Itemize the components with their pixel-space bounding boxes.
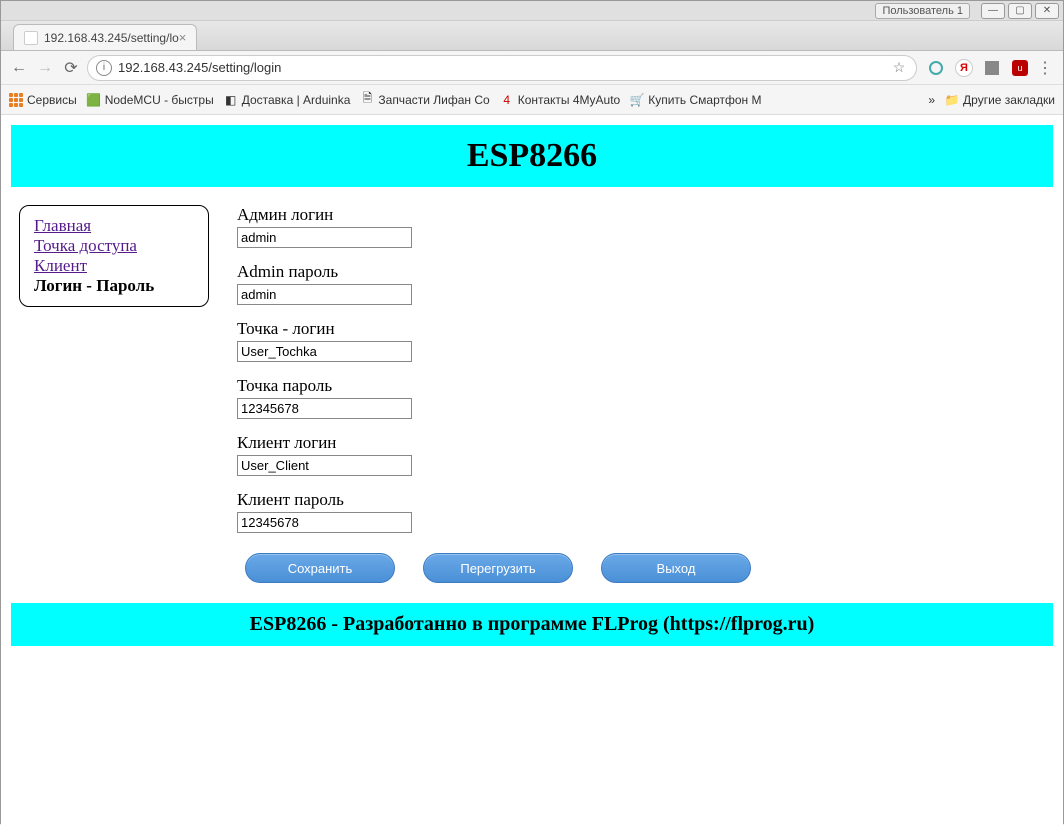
page-content: ESP8266 Главная Точка доступа Клиент Лог… bbox=[1, 115, 1063, 825]
bookmark-favicon: 🟩 bbox=[87, 93, 101, 107]
tab-favicon bbox=[24, 31, 38, 45]
bookmark-favicon: ◧ bbox=[224, 93, 238, 107]
site-info-icon[interactable]: i bbox=[96, 60, 112, 76]
menu-access-point[interactable]: Точка доступа bbox=[34, 236, 194, 256]
client-password-label: Клиент пароль bbox=[237, 490, 751, 510]
client-login-input[interactable] bbox=[237, 455, 412, 476]
bookmark-favicon: 🗎 bbox=[360, 93, 374, 107]
admin-login-label: Админ логин bbox=[237, 205, 751, 225]
menu-home[interactable]: Главная bbox=[34, 216, 194, 236]
page-header: ESP8266 bbox=[11, 125, 1053, 187]
exit-button[interactable]: Выход bbox=[601, 553, 751, 583]
bookmarks-bar: Сервисы 🟩NodeMCU - быстры ◧Доставка | Ar… bbox=[1, 85, 1063, 115]
save-button[interactable]: Сохранить bbox=[245, 553, 395, 583]
browser-tab[interactable]: 192.168.43.245/setting/lo × bbox=[13, 24, 197, 50]
url-text: 192.168.43.245/setting/login bbox=[118, 60, 886, 75]
bookmark-favicon: 🛒 bbox=[630, 93, 644, 107]
folder-icon: 📁 bbox=[945, 93, 959, 107]
address-bar: ← → ⟳ i 192.168.43.245/setting/login ☆ Я… bbox=[1, 51, 1063, 85]
settings-form: Админ логин Admin пароль Точка - логин Т… bbox=[237, 205, 751, 583]
user-badge: Пользователь 1 bbox=[875, 3, 970, 19]
menu-login-password: Логин - Пароль bbox=[34, 276, 154, 295]
admin-login-input[interactable] bbox=[237, 227, 412, 248]
ap-password-input[interactable] bbox=[237, 398, 412, 419]
ap-login-input[interactable] bbox=[237, 341, 412, 362]
bookmark-item[interactable]: 🟩NodeMCU - быстры bbox=[87, 93, 214, 107]
reload-button[interactable]: Перегрузить bbox=[423, 553, 573, 583]
ublock-icon[interactable]: u bbox=[1011, 59, 1029, 77]
page-footer: ESP8266 - Разработанно в программе FLPro… bbox=[11, 603, 1053, 646]
client-password-input[interactable] bbox=[237, 512, 412, 533]
back-button[interactable]: ← bbox=[9, 58, 29, 78]
star-bookmark-icon[interactable]: ☆ bbox=[890, 59, 908, 77]
ap-login-label: Точка - логин bbox=[237, 319, 751, 339]
url-field[interactable]: i 192.168.43.245/setting/login ☆ bbox=[87, 55, 917, 81]
yandex-icon[interactable]: Я bbox=[955, 59, 973, 77]
forward-button[interactable]: → bbox=[35, 58, 55, 78]
bookmark-item[interactable]: 4Контакты 4MyAuto bbox=[500, 93, 621, 107]
reload-button[interactable]: ⟳ bbox=[61, 58, 81, 78]
ap-password-label: Точка пароль bbox=[237, 376, 751, 396]
admin-password-input[interactable] bbox=[237, 284, 412, 305]
admin-password-label: Admin пароль bbox=[237, 262, 751, 282]
apps-button[interactable]: Сервисы bbox=[9, 93, 77, 107]
extension-icon-1[interactable] bbox=[927, 59, 945, 77]
menu-client[interactable]: Клиент bbox=[34, 256, 194, 276]
window-maximize-button[interactable]: ▢ bbox=[1008, 3, 1032, 19]
bookmark-item[interactable]: 🗎Запчасти Лифан Со bbox=[360, 93, 489, 107]
bookmarks-overflow[interactable]: » bbox=[928, 93, 935, 107]
client-login-label: Клиент логин bbox=[237, 433, 751, 453]
tab-title: 192.168.43.245/setting/lo bbox=[44, 31, 179, 45]
menu-button[interactable]: ⋮ bbox=[1035, 58, 1055, 78]
apps-grid-icon bbox=[9, 93, 23, 107]
window-titlebar: Пользователь 1 — ▢ ✕ bbox=[1, 1, 1063, 21]
extension-icon-2[interactable] bbox=[983, 59, 1001, 77]
page-title: ESP8266 bbox=[11, 137, 1053, 175]
side-menu: Главная Точка доступа Клиент Логин - Пар… bbox=[19, 205, 209, 307]
other-bookmarks[interactable]: 📁Другие закладки bbox=[945, 93, 1055, 107]
window-close-button[interactable]: ✕ bbox=[1035, 3, 1059, 19]
bookmark-item[interactable]: 🛒Купить Смартфон M bbox=[630, 93, 761, 107]
tab-close-icon[interactable]: × bbox=[179, 30, 187, 45]
bookmark-item[interactable]: ◧Доставка | Arduinka bbox=[224, 93, 351, 107]
bookmark-favicon: 4 bbox=[500, 93, 514, 107]
window-minimize-button[interactable]: — bbox=[981, 3, 1005, 19]
browser-tab-strip: 192.168.43.245/setting/lo × bbox=[1, 21, 1063, 51]
app-window: Пользователь 1 — ▢ ✕ 192.168.43.245/sett… bbox=[0, 0, 1064, 824]
